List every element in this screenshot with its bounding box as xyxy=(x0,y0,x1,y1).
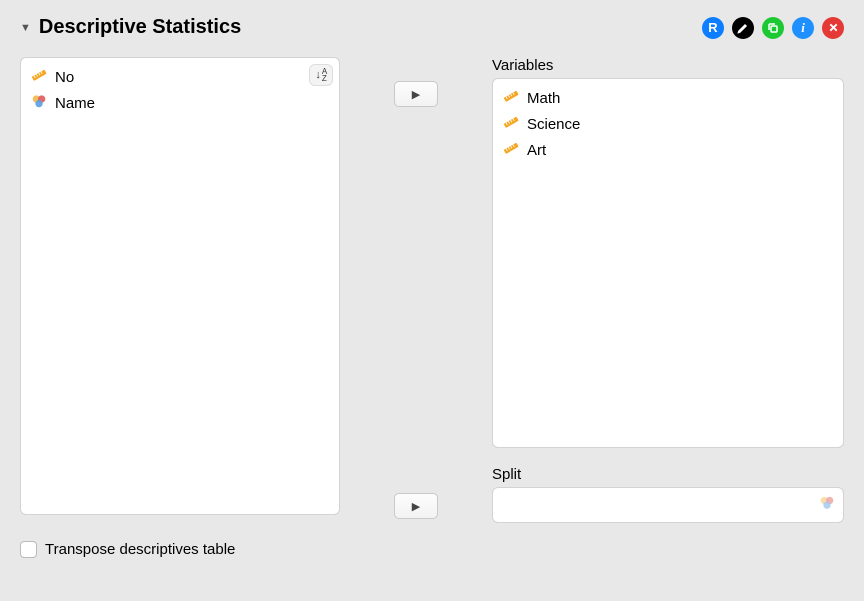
close-button[interactable] xyxy=(822,17,844,39)
scale-icon xyxy=(503,114,519,134)
descriptives-panel: ▼ Descriptive Statistics R i ↓AZ NoNam xyxy=(0,0,864,574)
transpose-label: Transpose descriptives table xyxy=(45,541,235,558)
sort-arrow-icon: ↓ xyxy=(315,69,321,81)
split-listbox[interactable] xyxy=(492,487,844,523)
variables-item-label: Science xyxy=(527,116,580,133)
edit-button[interactable] xyxy=(732,17,754,39)
variables-item[interactable]: Science xyxy=(499,111,837,137)
disclosure-triangle-icon[interactable]: ▼ xyxy=(20,22,31,34)
variables-item-label: Math xyxy=(527,90,560,107)
available-listbox[interactable]: ↓AZ No Name xyxy=(20,57,340,515)
panel-body: ↓AZ No Name ▶ ▶ Variables Math Science Art … xyxy=(20,57,844,523)
panel-title: Descriptive Statistics xyxy=(39,16,241,39)
sort-button[interactable]: ↓AZ xyxy=(309,64,333,86)
nominal-icon xyxy=(31,93,47,113)
info-button[interactable]: i xyxy=(792,17,814,39)
nominal-placeholder-icon xyxy=(819,495,835,516)
available-item-label: No xyxy=(55,69,74,86)
header-left: ▼ Descriptive Statistics xyxy=(20,16,241,39)
split-label: Split xyxy=(492,466,844,483)
available-column: ↓AZ No Name xyxy=(20,57,340,523)
available-item-label: Name xyxy=(55,95,95,112)
header-icons: R i xyxy=(702,17,844,39)
close-icon xyxy=(828,22,839,33)
copy-icon xyxy=(767,22,779,34)
r-code-button[interactable]: R xyxy=(702,17,724,39)
variables-item[interactable]: Math xyxy=(499,85,837,111)
scale-icon xyxy=(503,88,519,108)
variables-listbox[interactable]: Math Science Art xyxy=(492,78,844,448)
scale-icon xyxy=(31,67,47,87)
duplicate-button[interactable] xyxy=(762,17,784,39)
panel-header: ▼ Descriptive Statistics R i xyxy=(20,16,844,39)
move-to-variables-button[interactable]: ▶ xyxy=(394,81,438,107)
transpose-row: Transpose descriptives table xyxy=(20,541,844,558)
variables-item-label: Art xyxy=(527,142,546,159)
available-item[interactable]: Name xyxy=(27,90,333,116)
triangle-right-icon: ▶ xyxy=(412,88,420,101)
target-column: Variables Math Science Art Split xyxy=(492,57,844,523)
variables-item[interactable]: Art xyxy=(499,137,837,163)
pencil-icon xyxy=(737,22,749,34)
move-to-split-button[interactable]: ▶ xyxy=(394,493,438,519)
variables-label: Variables xyxy=(492,57,844,74)
transpose-checkbox[interactable] xyxy=(20,541,37,558)
sort-az-icon: AZ xyxy=(322,68,327,82)
triangle-right-icon: ▶ xyxy=(412,500,420,513)
move-column: ▶ ▶ xyxy=(356,57,476,523)
scale-icon xyxy=(503,140,519,160)
available-item[interactable]: No xyxy=(27,64,333,90)
